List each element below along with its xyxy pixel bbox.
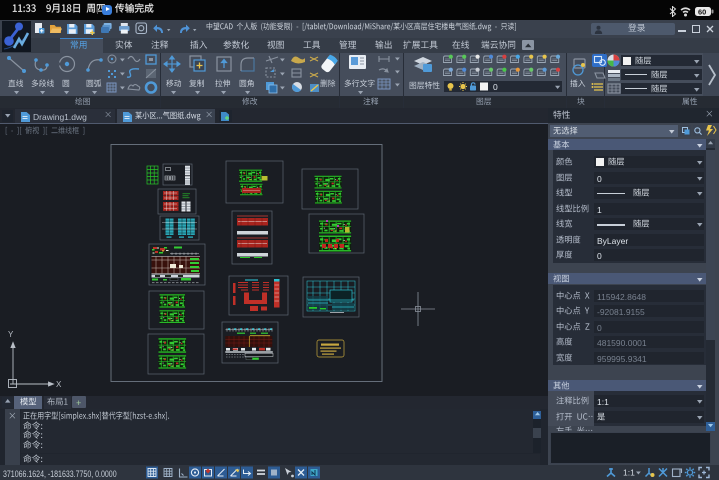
svg-text:0: 0 <box>493 82 498 92</box>
svg-text:1:1: 1:1 <box>623 468 635 478</box>
svg-text:60: 60 <box>698 7 706 16</box>
svg-text:X: X <box>56 380 62 389</box>
svg-text:Y: Y <box>8 330 14 339</box>
